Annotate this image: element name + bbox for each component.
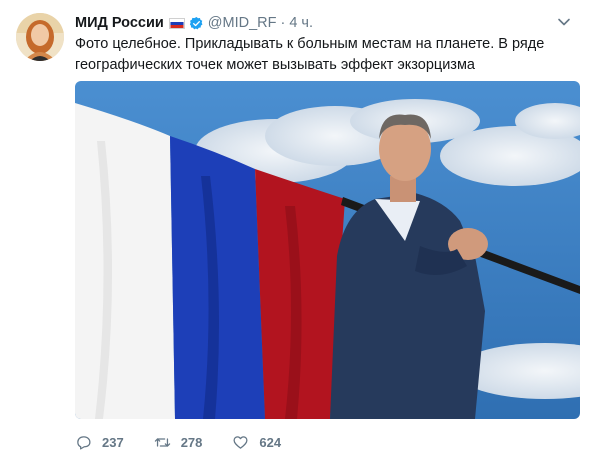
reply-icon [77,435,91,450]
retweet-button[interactable]: 278 [154,434,203,451]
timestamp[interactable]: 4 ч. [289,15,313,31]
reply-button[interactable]: 237 [75,434,124,451]
avatar-image [16,13,64,61]
handle[interactable]: @MID_RF [208,15,277,31]
like-button[interactable]: 624 [232,434,281,451]
tweet-photo[interactable] [75,81,580,419]
tweet-text: Фото целебное. Прикладывать к больным ме… [75,36,545,73]
avatar[interactable] [16,13,64,61]
reply-count: 237 [102,434,124,450]
tweet-header: МИД России @MID_RF · 4 ч. [75,13,571,33]
tweet[interactable]: МИД России @MID_RF · 4 ч. Фото целебное.… [0,0,591,467]
separator-dot: · [280,15,286,31]
display-name[interactable]: МИД России [75,15,164,31]
photo-man-with-russian-flag [75,81,580,419]
like-count: 624 [259,434,282,450]
tweet-actions: 237 278 624 [75,432,311,452]
retweet-count: 278 [180,434,203,450]
retweet-icon [154,437,170,447]
chevron-down-icon[interactable] [557,15,571,29]
russia-flag-icon [168,17,185,29]
heart-icon [233,435,248,449]
verified-badge-icon [189,16,203,29]
